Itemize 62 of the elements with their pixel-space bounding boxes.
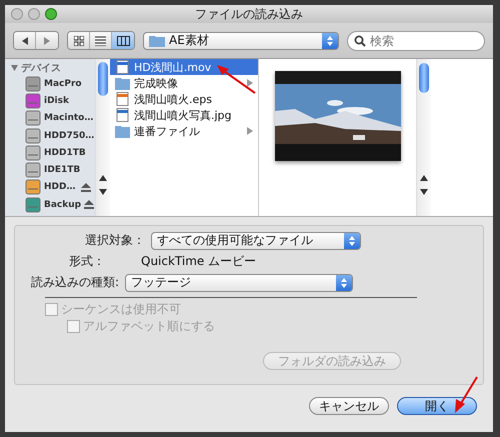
field-label: 選択対象： bbox=[84, 232, 145, 249]
file-item[interactable]: 浅間山噴火.eps bbox=[110, 91, 258, 107]
sidebar-item[interactable]: HDD750… bbox=[5, 126, 95, 144]
scroll-arrows-icon[interactable] bbox=[99, 174, 107, 196]
file-item[interactable]: 連番ファイル bbox=[110, 123, 258, 139]
columns-view-button[interactable] bbox=[112, 32, 134, 49]
drive-icon bbox=[25, 162, 41, 178]
left-triangle-icon bbox=[20, 36, 28, 44]
sidebar-heading: デバイス bbox=[21, 62, 61, 75]
stepper-arrows-icon bbox=[341, 278, 347, 288]
location-popup[interactable]: AE素材 bbox=[143, 32, 339, 50]
file-type-popup[interactable]: すべての使用可能なファイル bbox=[151, 232, 361, 250]
import-type-popup[interactable]: フッテージ bbox=[125, 274, 353, 292]
drive-icon bbox=[25, 128, 41, 144]
sidebar-item[interactable]: Backup bbox=[5, 196, 95, 214]
scroll-thumb[interactable] bbox=[98, 62, 108, 96]
folder-icon bbox=[149, 34, 165, 47]
disclosure-triangle-icon[interactable] bbox=[11, 65, 18, 71]
sidebar-item[interactable]: HDD1TB bbox=[5, 144, 95, 162]
sidebar-item[interactable]: HDD… bbox=[5, 178, 95, 196]
scroll-thumb[interactable] bbox=[419, 63, 429, 93]
stepper-arrows-icon bbox=[349, 236, 355, 246]
right-triangle-icon bbox=[43, 36, 51, 44]
list-icon bbox=[95, 36, 106, 46]
folder-icon bbox=[115, 124, 130, 138]
file-item[interactable]: 完成映像 bbox=[110, 75, 258, 91]
cancel-button[interactable]: キャンセル bbox=[309, 397, 389, 415]
drive-icon bbox=[25, 179, 41, 196]
drive-icon bbox=[25, 110, 41, 126]
eject-icon[interactable] bbox=[81, 182, 91, 192]
format-value: QuickTime ムービー bbox=[140, 253, 256, 270]
zoom-button[interactable] bbox=[45, 8, 57, 20]
sidebar-item[interactable]: IDE1TB bbox=[5, 161, 95, 179]
drive-icon bbox=[25, 196, 41, 213]
file-item[interactable]: 浅間山噴火写真.jpg bbox=[110, 107, 258, 123]
back-button[interactable] bbox=[14, 32, 36, 49]
sidebar-item[interactable]: Macinto… bbox=[5, 110, 95, 127]
scrollbar[interactable] bbox=[416, 59, 431, 216]
drive-icon bbox=[25, 144, 41, 161]
columns-icon bbox=[116, 36, 130, 46]
search-field[interactable]: 検索 bbox=[347, 30, 485, 50]
chevron-icon bbox=[247, 79, 253, 87]
search-icon bbox=[354, 34, 366, 46]
document-icon bbox=[115, 108, 130, 122]
scrollbar[interactable] bbox=[95, 59, 110, 216]
file-item[interactable]: HD浅間山.mov bbox=[110, 59, 258, 75]
scroll-arrows-icon[interactable] bbox=[420, 174, 428, 196]
drive-icon bbox=[25, 76, 41, 92]
field-label: 形式： bbox=[68, 253, 105, 270]
grid-icon bbox=[74, 36, 84, 46]
sidebar-item[interactable]: iDisk bbox=[5, 92, 95, 110]
document-icon bbox=[115, 92, 130, 106]
sidebar-item[interactable]: MacPro bbox=[5, 75, 95, 92]
stepper-arrows-icon bbox=[327, 36, 333, 46]
open-button[interactable]: 開く bbox=[397, 397, 477, 415]
icons-view-button[interactable] bbox=[68, 32, 90, 49]
window-title: ファイルの読み込み bbox=[195, 6, 303, 22]
list-view-button[interactable] bbox=[90, 32, 112, 49]
field-label: 読み込みの種類: bbox=[30, 274, 119, 291]
drive-icon bbox=[25, 92, 41, 109]
eject-icon[interactable] bbox=[84, 200, 94, 210]
chevron-icon bbox=[247, 127, 253, 135]
